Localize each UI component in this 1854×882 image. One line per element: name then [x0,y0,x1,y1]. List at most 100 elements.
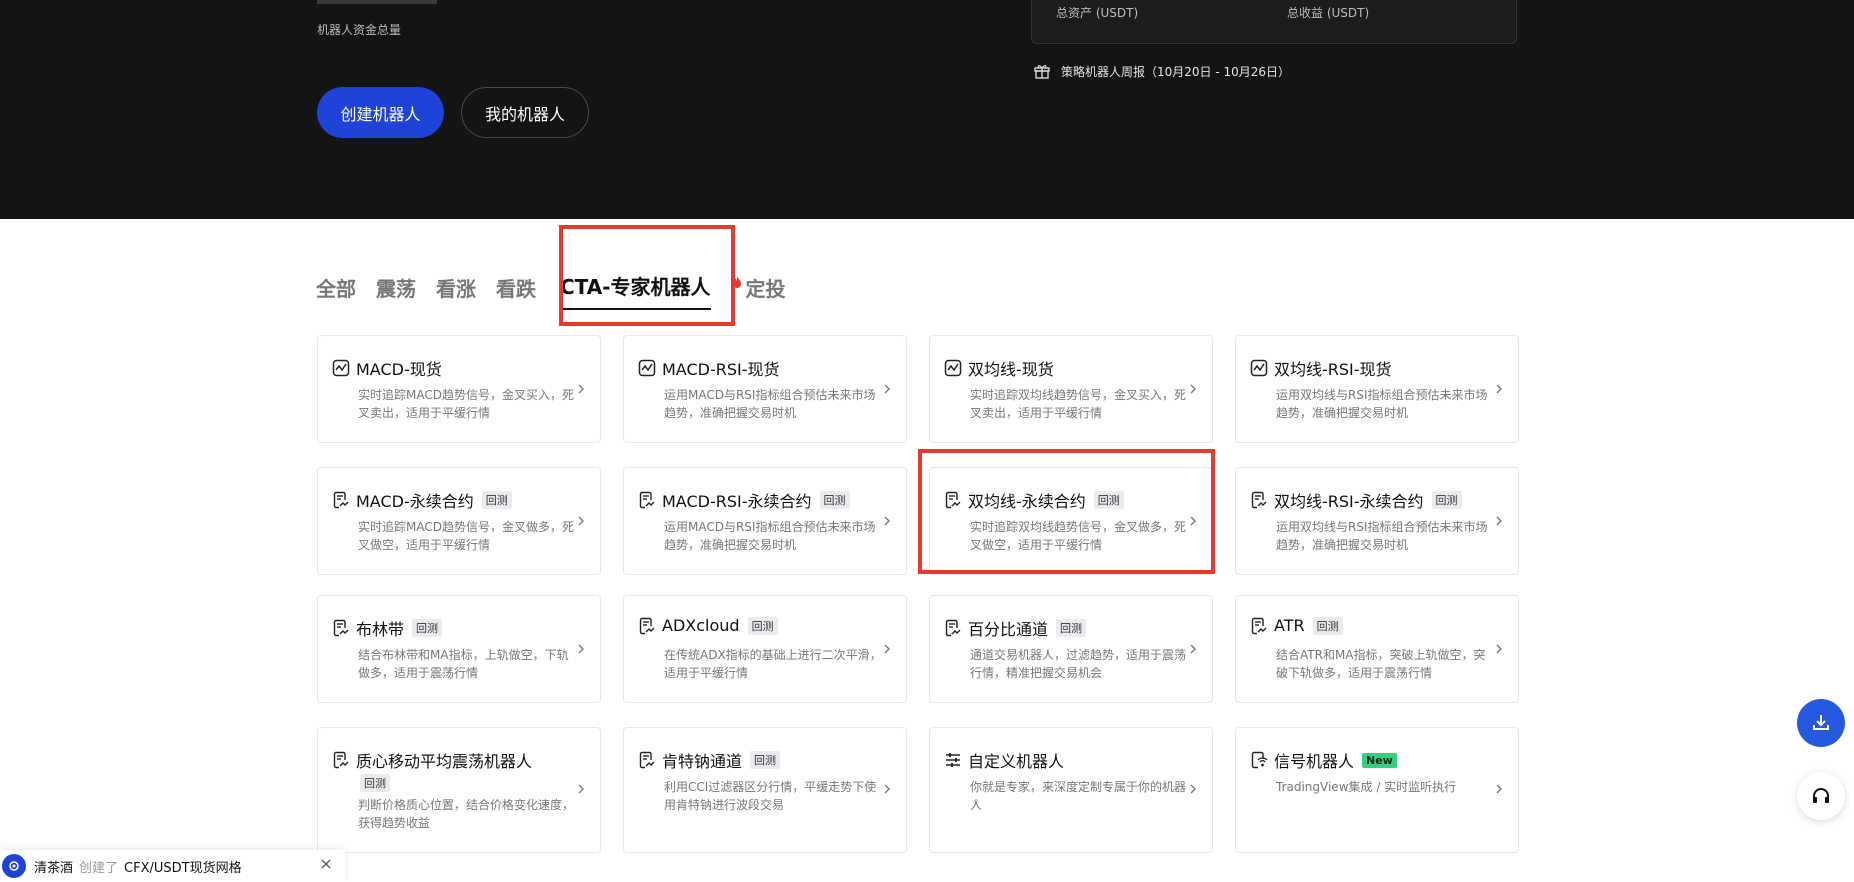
bot-card-desc: 在传统ADX指标的基础上进行二次平滑，适用于平缓行情 [664,648,882,680]
backtest-badge: 回测 [360,774,390,792]
chevron-right-icon [884,784,890,794]
chevron-right-icon [578,384,584,394]
bot-card-desc: 结合ATR和MA指标，突破上轨做空，突破下轨做多，适用于震荡行情 [1276,648,1486,680]
total-assets-label: 总资产 (USDT) [1056,6,1139,20]
doc-chart-icon [333,491,349,509]
bot-card[interactable]: MACD-永续合约 回测 实时追踪MACD趋势信号，金叉做多，死叉做空，适用于平… [317,467,601,575]
bot-card-desc: 实时追踪MACD趋势信号，金叉买入，死叉卖出，适用于平缓行情 [358,388,574,420]
tab-oscillation[interactable]: 震荡 [376,273,416,310]
backtest-badge: 回测 [481,491,512,509]
hero-section: 机器人资金总量 创建机器人 我的机器人 总资产 (USDT) 总收益 (USDT… [0,0,1854,219]
doc-chart-icon [1251,491,1267,509]
chevron-right-icon [578,784,584,794]
backtest-badge: 回测 [747,616,778,635]
hero-value-cropped [317,0,437,4]
chevron-right-icon [884,644,890,654]
toast-action: 创建了 [79,860,119,876]
chart-line-icon [1250,359,1268,377]
bot-card-title: 百分比通道 [968,620,1049,639]
bot-card-title: MACD-永续合约 [356,492,474,511]
chart-line-icon [944,359,962,377]
highlight-box-card [918,449,1215,574]
bot-card[interactable]: 布林带 回测 结合布林带和MA指标，上轨做空，下轨做多，适用于震荡行情 [317,595,601,703]
bot-card[interactable]: MACD-RSI-现货 运用MACD与RSI指标组合预估未来市场趋势，准确把握交… [623,335,907,443]
bot-card-title: MACD-RSI-现货 [662,360,780,379]
backtest-badge: 回测 [750,751,781,769]
bot-card-title: ADXcloud [662,616,740,635]
tab-dca[interactable]: 定投 [731,273,786,310]
bot-card[interactable]: ATR 回测 结合ATR和MA指标，突破上轨做空，突破下轨做多，适用于震荡行情 [1235,595,1519,703]
bot-card-desc: 运用双均线与RSI指标组合预估未来市场趋势，准确把握交易时机 [1276,388,1488,420]
new-badge: New [1362,752,1397,768]
user-bot-icon [9,861,19,871]
stats-panel: 总资产 (USDT) 总收益 (USDT) [1031,0,1517,44]
bot-card-title: 质心移动平均震荡机器人 [356,752,533,771]
bot-card[interactable]: MACD-RSI-永续合约 回测 运用MACD与RSI指标组合预估未来市场趋势，… [623,467,907,575]
download-app-button[interactable] [1797,699,1845,747]
bot-card-desc: TradingView集成 / 实时监听执行 [1276,780,1457,794]
bot-card-desc: 结合布林带和MA指标，上轨做空，下轨做多，适用于震荡行情 [358,648,569,680]
close-icon[interactable] [320,858,332,870]
backtest-badge: 回测 [1056,619,1087,637]
bot-card[interactable]: 双均线-RSI-现货 运用双均线与RSI指标组合预估未来市场趋势，准确把握交易时… [1235,335,1519,443]
doc-chart-icon [1251,617,1267,634]
backtest-badge: 回测 [819,491,850,509]
tab-bullish[interactable]: 看涨 [436,273,476,310]
toast-target: CFX/USDT现货网格 [124,860,242,876]
sliders-icon [946,753,960,767]
chevron-right-icon [1190,644,1196,654]
gift-icon [1034,65,1050,79]
total-profit-label: 总收益 (USDT) [1287,6,1370,20]
chevron-right-icon [884,516,890,526]
bot-card[interactable]: 自定义机器人 你就是专家，来深度定制专属于你的机器人 [929,727,1213,853]
bot-card-desc: 利用CCI过滤器区分行情，平缓走势下使用肯特钠进行波段交易 [664,780,877,812]
chart-line-icon [332,359,350,377]
backtest-badge: 回测 [1312,616,1343,635]
weekly-report-text: 策略机器人周报（10月20日 - 10月26日） [1061,64,1291,79]
weekly-report-link[interactable]: 策略机器人周报（10月20日 - 10月26日） [1033,62,1290,80]
bot-card-desc: 判断价格质心位置，结合价格变化速度，获得趋势收益 [358,798,575,830]
bot-card-title: ATR [1274,616,1305,635]
bot-card[interactable]: 百分比通道 回测 通道交易机器人，过滤趋势，适用于震荡行情，精准把握交易机会 [929,595,1213,703]
avatar [2,854,26,878]
bot-card-desc: 运用MACD与RSI指标组合预估未来市场趋势，准确把握交易时机 [664,520,876,552]
tab-all[interactable]: 全部 [316,273,356,310]
backtest-badge: 回测 [1431,491,1462,509]
bot-card[interactable]: 双均线-现货 实时追踪双均线趋势信号，金叉买入，死叉卖出，适用于平缓行情 [929,335,1213,443]
bot-funds-label: 机器人资金总量 [317,23,402,37]
doc-chart-icon [639,751,655,769]
customer-support-button[interactable] [1797,772,1845,820]
create-bot-button[interactable]: 创建机器人 [317,87,444,138]
chart-line-icon [638,359,656,377]
chevron-right-icon [1496,384,1502,394]
backtest-badge: 回测 [412,619,443,637]
tab-dca-label: 定投 [745,277,786,301]
highlight-box-tab [559,225,735,326]
chevron-right-icon [884,384,890,394]
bot-card-title: 双均线-RSI-现货 [1274,360,1392,379]
bot-card-desc: 通道交易机器人，过滤趋势，适用于震荡行情，精准把握交易机会 [970,648,1187,680]
bot-card-desc: 你就是专家，来深度定制专属于你的机器人 [970,780,1187,812]
bot-card[interactable]: 肯特钠通道 回测 利用CCI过滤器区分行情，平缓走势下使用肯特钠进行波段交易 [623,727,907,853]
bot-card-desc: 实时追踪MACD趋势信号，金叉做多，死叉做空，适用于平缓行情 [358,520,574,552]
bot-card-grid: MACD-现货 实时追踪MACD趋势信号，金叉买入，死叉卖出，适用于平缓行情 M… [317,335,1520,855]
doc-chart-icon [333,619,349,637]
bot-card-title: MACD-现货 [356,360,442,379]
tab-bearish[interactable]: 看跌 [496,273,536,310]
bot-card[interactable]: ADXcloud 回测 在传统ADX指标的基础上进行二次平滑，适用于平缓行情 [623,595,907,703]
bot-card[interactable]: 双均线-RSI-永续合约 回测 运用双均线与RSI指标组合预估未来市场趋势，准确… [1235,467,1519,575]
bot-card[interactable]: MACD-现货 实时追踪MACD趋势信号，金叉买入，死叉卖出，适用于平缓行情 [317,335,601,443]
my-bots-button[interactable]: 我的机器人 [461,87,589,138]
bot-card-title: MACD-RSI-永续合约 [662,492,812,511]
bot-card-title: 布林带 [356,620,405,639]
chevron-right-icon [578,644,584,654]
doc-chart-icon [945,619,961,637]
chevron-right-icon [1496,784,1502,794]
activity-toast: 清茶酒 创建了 CFX/USDT现货网格 [0,850,345,882]
chevron-right-icon [578,516,584,526]
bot-card-title: 双均线-现货 [968,360,1054,379]
bot-card[interactable]: 信号机器人 New TradingView集成 / 实时监听执行 [1235,727,1519,853]
download-icon [1813,715,1829,730]
doc-chart-icon [333,751,349,769]
bot-card[interactable]: 质心移动平均震荡机器人 回测 判断价格质心位置，结合价格变化速度，获得趋势收益 [317,727,601,853]
